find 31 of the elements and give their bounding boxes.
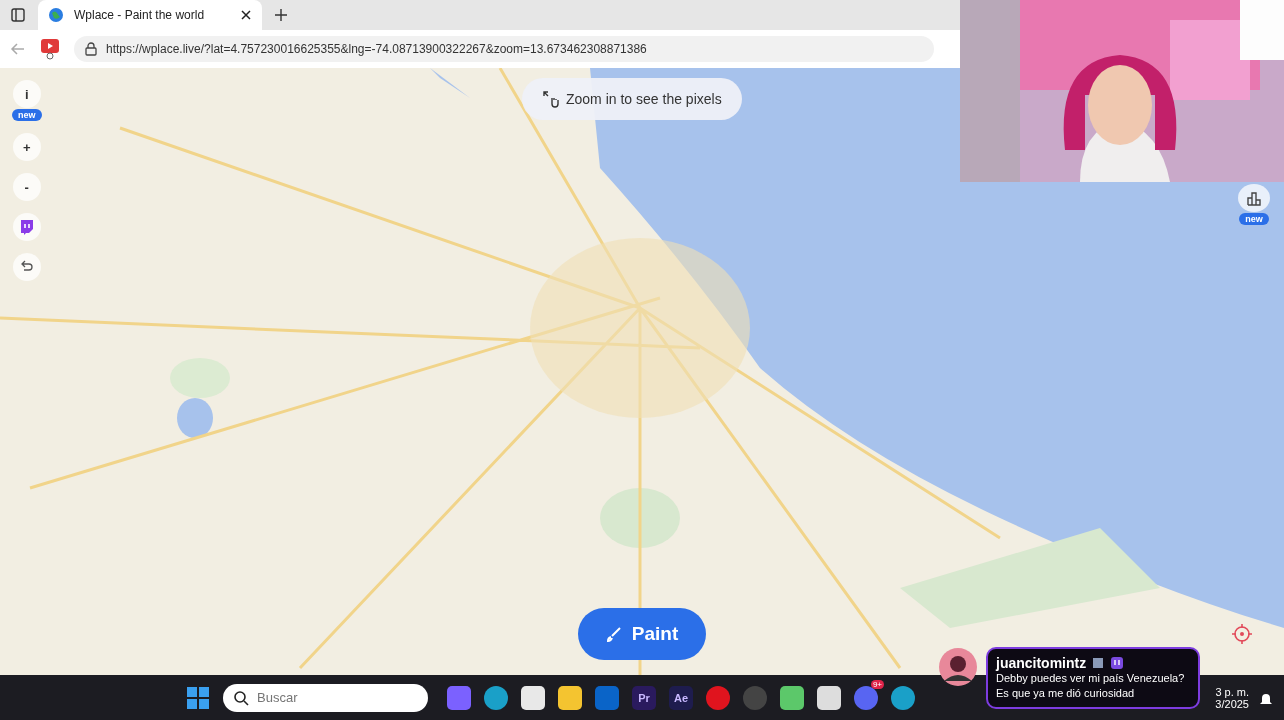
globe-icon [48,7,64,23]
avatar-icon [938,647,978,687]
badge-icon [1092,657,1105,669]
chat-message: Debby puedes ver mi país Venezuela? Es que ya me dió curiosidad [996,671,1186,701]
locate-icon[interactable] [1230,622,1254,646]
browser-tab[interactable]: Wplace - Paint the world [38,0,262,30]
twitch-icon [1110,656,1125,670]
after-effects-icon[interactable]: Ae [669,685,693,710]
tab-title: Wplace - Paint the world [74,8,206,22]
close-icon[interactable] [240,9,252,21]
new-badge: new [1239,213,1269,225]
app-icon[interactable] [817,685,841,710]
new-badge: new [12,109,42,121]
clock-time: 3 p. m. [1215,685,1249,698]
start-icon[interactable] [186,685,210,710]
count-badge: 9+ [870,679,884,689]
lock-icon [84,42,98,56]
address-field[interactable]: https://wplace.live/?lat=4.757230016625355&lng=-74.08713900322267&zoom=13.673462308871386 [74,36,934,62]
extension-icon[interactable] [40,38,60,60]
username: juancitomintz [996,655,1087,671]
pointer-icon [542,90,560,108]
app-icon[interactable] [780,685,804,710]
new-tab-icon[interactable] [274,8,288,22]
hint-text: Zoom in to see the pixels [566,91,722,107]
clock-date: 3/2025 [1215,697,1249,710]
brush-icon [605,626,622,642]
premiere-icon[interactable]: Pr [632,685,656,710]
sidebar-toggle-icon[interactable] [10,7,26,23]
search-field[interactable]: Buscar [223,683,428,712]
bar-chart-icon [1246,190,1262,206]
paint-button[interactable]: Paint [578,608,706,660]
